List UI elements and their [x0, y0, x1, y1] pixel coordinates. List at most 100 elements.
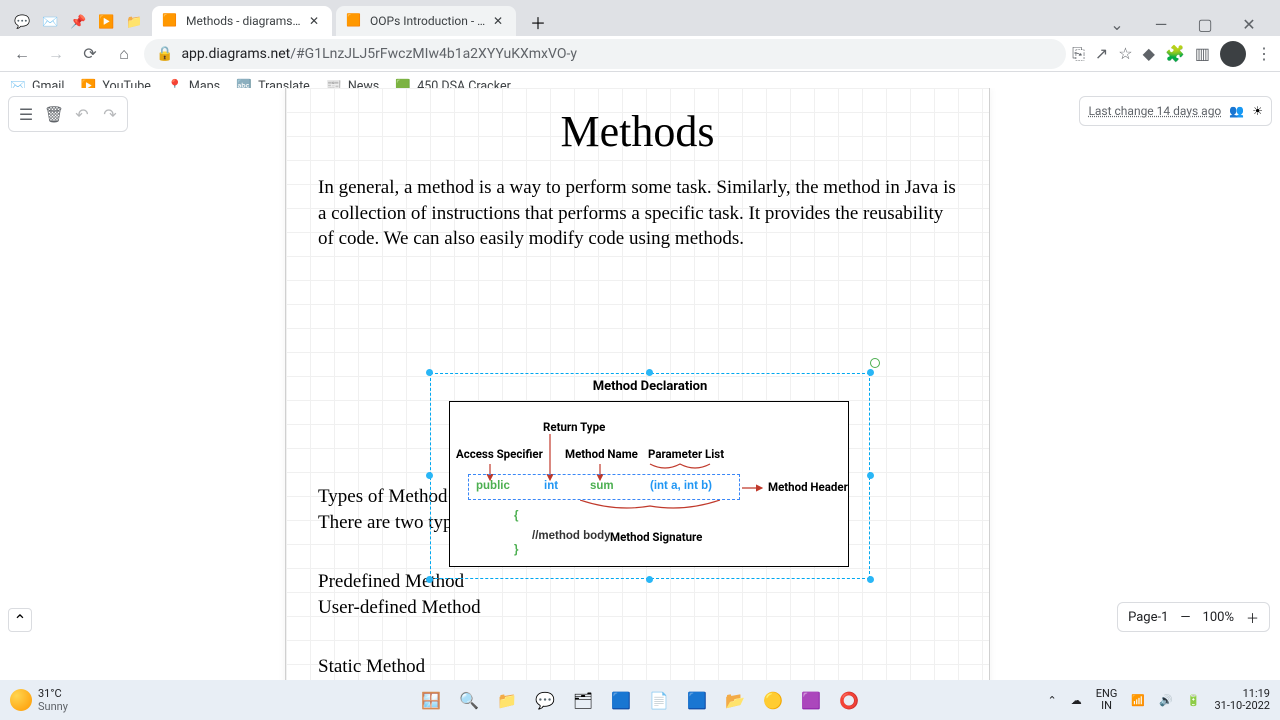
sidepanel-icon[interactable]: ▥: [1195, 44, 1210, 63]
battery-icon[interactable]: 🔋: [1187, 694, 1201, 707]
label-method-signature: Method Signature: [610, 530, 702, 544]
system-tray: ⌃ ☁ ENG IN 📶 🔊 🔋 11:19 31-10-2022: [1048, 688, 1270, 712]
teams-icon[interactable]: 💬: [529, 684, 561, 716]
address-bar[interactable]: 🔒 app.diagrams.net/#G1LnzJLJ5rFwczMIw4b1…: [144, 39, 1066, 69]
drive-icon[interactable]: 📁: [121, 10, 147, 36]
extension-icon[interactable]: ◆: [1143, 44, 1155, 63]
menu-icon[interactable]: ☰: [15, 103, 37, 125]
close-icon[interactable]: ✕: [306, 13, 322, 29]
intro-text: In general, a method is a way to perform…: [318, 175, 957, 252]
task-view-icon[interactable]: 🗂: [567, 684, 599, 716]
volume-icon[interactable]: 🔊: [1159, 694, 1173, 707]
taskbar-apps: 🪟 🔍 📁 💬 🗂 🟦 📄 🟦 📂 🟡 🟪 ⭕: [415, 684, 865, 716]
install-icon[interactable]: ⎘: [1072, 44, 1085, 64]
search-icon[interactable]: 🔍: [453, 684, 485, 716]
app-area: ☰ 🗑 ↶ ↷ Last change 14 days ago 👥 ☀ Meth…: [0, 88, 1280, 680]
youtube-icon[interactable]: ▶️: [93, 10, 119, 36]
theme-icon[interactable]: ☀: [1252, 104, 1263, 118]
label-return-type: Return Type: [543, 420, 605, 434]
underbrace-svg: [580, 500, 720, 514]
share-icon[interactable]: 👥: [1229, 104, 1244, 118]
url-bar: ← → ⟳ ⌂ 🔒 app.diagrams.net/#G1LnzJLJ5rFw…: [0, 36, 1280, 72]
clock[interactable]: 11:19 31-10-2022: [1214, 688, 1270, 712]
whatsapp-icon[interactable]: 💬: [9, 10, 35, 36]
back-button[interactable]: ←: [8, 40, 36, 68]
maximize-icon[interactable]: ▢: [1190, 12, 1220, 36]
label-parameter-list: Parameter List: [648, 447, 724, 461]
tab-strip: 💬 ✉️ 📌 ▶️ 📁 🟧 Methods - diagrams.net ✕ 🟧…: [0, 0, 1280, 36]
label-access-spec: Access Specifier: [456, 447, 543, 461]
sun-icon: [10, 689, 32, 711]
label-method-header: Method Header: [768, 480, 848, 494]
taskbar: 31°C Sunny 🪟 🔍 📁 💬 🗂 🟦 📄 🟦 📂 🟡 🟪 ⭕ ⌃ ☁ E…: [0, 680, 1280, 720]
pin-icon[interactable]: 📌: [65, 10, 91, 36]
close-icon[interactable]: ✕: [490, 13, 506, 29]
zoom-in-button[interactable]: ＋: [1246, 608, 1259, 627]
method-declaration-diagram: Method Declaration Return Type Access Sp…: [430, 373, 870, 579]
brace-close: }: [514, 544, 518, 556]
redo-icon[interactable]: ↷: [99, 103, 121, 125]
diagram-title: Method Declaration: [430, 379, 870, 394]
tab-inactive[interactable]: 🟧 OOPs Introduction - diagrams.ne ✕: [336, 6, 516, 36]
lang-secondary: IN: [1096, 700, 1118, 712]
drawio-icon: 🟧: [346, 13, 362, 29]
collapse-button[interactable]: ⌃: [8, 608, 32, 632]
zoom-level: 100%: [1203, 610, 1234, 625]
chrome-icon[interactable]: 🟡: [757, 684, 789, 716]
type-static: Static Method: [318, 654, 957, 680]
app-icon[interactable]: 🟦: [605, 684, 637, 716]
share-icon[interactable]: ↗: [1095, 44, 1108, 63]
lock-icon: 🔒: [156, 46, 173, 62]
wifi-icon[interactable]: 📶: [1131, 694, 1145, 707]
weather-widget[interactable]: 31°C Sunny: [10, 687, 68, 713]
label-method-name: Method Name: [565, 447, 638, 461]
notepad-icon[interactable]: 📄: [643, 684, 675, 716]
ide-icon[interactable]: 🟪: [795, 684, 827, 716]
start-icon[interactable]: 🪟: [415, 684, 447, 716]
menu-icon[interactable]: ⋮: [1256, 44, 1272, 63]
close-window-icon[interactable]: ✕: [1234, 12, 1264, 36]
new-tab-button[interactable]: ＋: [524, 8, 552, 36]
code-params: (int a, int b): [650, 480, 712, 492]
onedrive-icon[interactable]: ☁: [1071, 694, 1082, 707]
drawio-icon: 🟧: [162, 13, 178, 29]
url-path: /#G1LnzJLJ5rFwczMIw4b1a2XYYuKXmxVO-y: [290, 46, 577, 62]
app3-icon[interactable]: ⭕: [833, 684, 865, 716]
app-toolbar: ☰ 🗑 ↶ ↷: [8, 96, 128, 132]
home-button[interactable]: ⌂: [110, 40, 138, 68]
star-icon[interactable]: ☆: [1118, 44, 1132, 63]
forward-button[interactable]: →: [42, 40, 70, 68]
code-public: public: [476, 480, 510, 492]
code-int: int: [544, 480, 558, 492]
minimize-icon[interactable]: —: [1146, 12, 1176, 36]
reload-button[interactable]: ⟳: [76, 40, 104, 68]
chevron-up-icon[interactable]: ⌃: [1048, 694, 1057, 707]
brace-open: {: [514, 510, 518, 522]
puzzle-icon[interactable]: 🧩: [1165, 44, 1185, 63]
explorer-icon[interactable]: 📁: [491, 684, 523, 716]
zoom-out-button[interactable]: —: [1180, 610, 1190, 625]
last-change-chip[interactable]: Last change 14 days ago 👥 ☀: [1079, 96, 1272, 126]
date: 31-10-2022: [1214, 700, 1270, 712]
tab-title: OOPs Introduction - diagrams.ne: [370, 14, 486, 28]
undo-icon[interactable]: ↶: [71, 103, 93, 125]
page-title: Methods: [318, 106, 957, 157]
code-method-body: //method body: [532, 530, 611, 542]
trash-icon[interactable]: 🗑: [43, 103, 65, 125]
browser-chrome: 💬 ✉️ 📌 ▶️ 📁 🟧 Methods - diagrams.net ✕ 🟧…: [0, 0, 1280, 102]
selected-shape[interactable]: Method Declaration Return Type Access Sp…: [430, 373, 870, 579]
rotate-handle[interactable]: [870, 358, 880, 368]
app2-icon[interactable]: 🟦: [681, 684, 713, 716]
gmail-icon[interactable]: ✉️: [37, 10, 63, 36]
folder-icon[interactable]: 📂: [719, 684, 751, 716]
temperature: 31°C: [38, 687, 68, 700]
page-controls: Page-1 — 100% ＋: [1117, 602, 1270, 632]
window-controls: ⌄ — ▢ ✕: [1102, 12, 1272, 36]
page-name[interactable]: Page-1: [1128, 610, 1168, 625]
language-indicator[interactable]: ENG IN: [1096, 688, 1118, 712]
type-user-defined: User-defined Method: [318, 595, 957, 621]
chevron-down-icon[interactable]: ⌄: [1102, 12, 1132, 36]
url-host: app.diagrams.net: [181, 46, 290, 62]
avatar[interactable]: [1220, 41, 1246, 67]
tab-active[interactable]: 🟧 Methods - diagrams.net ✕: [152, 6, 332, 36]
